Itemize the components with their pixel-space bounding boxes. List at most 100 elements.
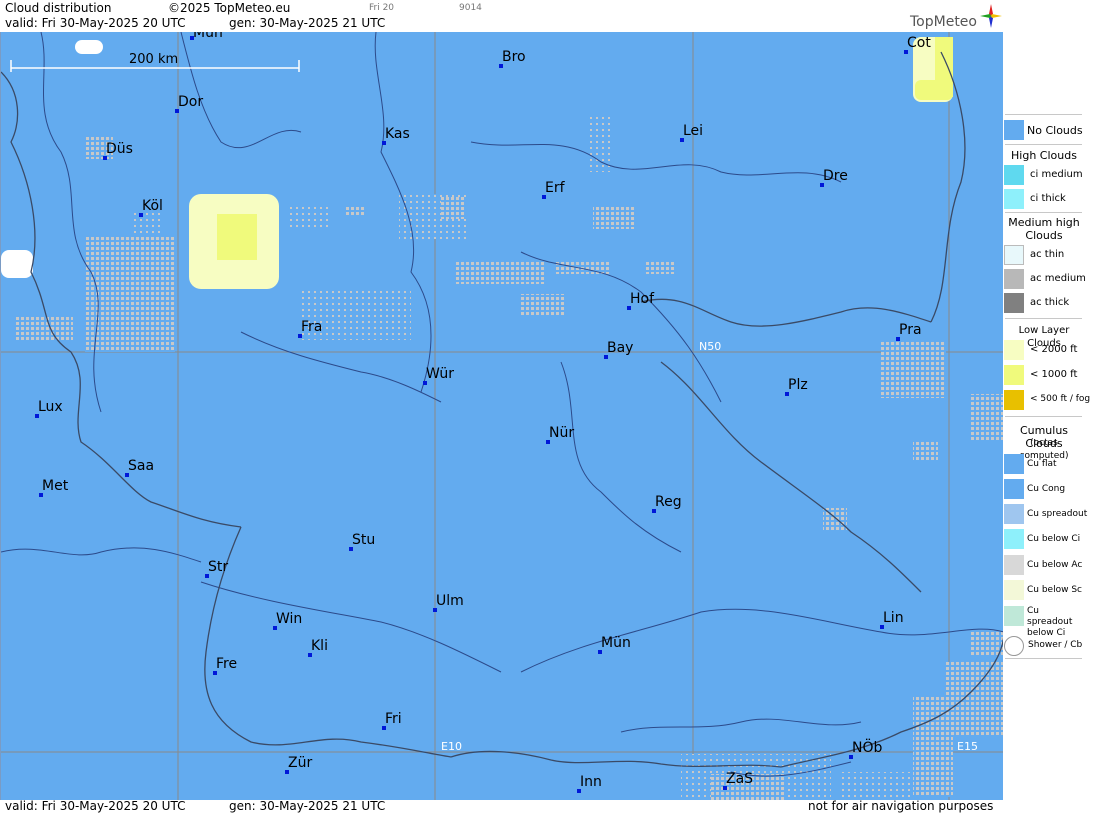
grid-label-e15: E15 (957, 740, 978, 753)
map-geometry (1, 32, 1003, 800)
legend-swatch-no-clouds (1004, 120, 1024, 140)
city-cot[interactable]: Cot (904, 36, 931, 54)
legend-swatch-cu-spread-ci (1004, 606, 1024, 626)
legend-swatch-lt1000 (1004, 365, 1024, 385)
small-code: 9014 (459, 3, 482, 13)
legend-shower: Shower / Cb (1028, 640, 1083, 650)
legend-swatch-ac-thin (1004, 245, 1024, 265)
city-mun[interactable]: Mün (598, 636, 631, 654)
rivers (1, 32, 1003, 777)
legend-divider (1005, 318, 1082, 319)
legend-swatch-cu-below-ac (1004, 555, 1024, 575)
city-dre[interactable]: Dre (820, 169, 848, 187)
grid-label-n50: N50 (699, 340, 722, 353)
legend-swatch-lt500 (1004, 390, 1024, 410)
city-pra[interactable]: Pra (896, 323, 922, 341)
legend-divider (1005, 658, 1082, 659)
legend-swatch-lt2000 (1004, 340, 1024, 360)
city-erf[interactable]: Erf (542, 181, 565, 199)
map-header: Cloud distribution ©2025 TopMeteo.eu Fri… (0, 0, 1003, 32)
city-zur[interactable]: Zür (285, 756, 312, 774)
legend-ci-medium: ci medium (1030, 169, 1083, 180)
city-fra[interactable]: Fra (298, 320, 322, 338)
legend-cu-below-sc: Cu below Sc (1027, 585, 1082, 595)
footer-valid: valid: Fri 30-May-2025 20 UTC (5, 799, 186, 813)
city-mun-top[interactable]: Mün (190, 32, 223, 40)
legend-cu-below-ac: Cu below Ac (1027, 560, 1083, 570)
city-lin[interactable]: Lin (880, 611, 904, 629)
city-saa[interactable]: Saa (125, 459, 154, 477)
map-title: Cloud distribution (5, 1, 112, 15)
legend-cu-spread: Cu spreadout (1027, 509, 1088, 519)
legend-swatch-cu-cong (1004, 479, 1024, 499)
city-plz[interactable]: Plz (785, 378, 808, 396)
city-lux[interactable]: Lux (35, 400, 63, 418)
legend-divider (1005, 144, 1082, 145)
legend-cu-cong: Cu Cong (1027, 484, 1066, 494)
legend-lt1000: < 1000 ft (1030, 369, 1078, 380)
legend-swatch-ci-thick (1004, 189, 1024, 209)
city-win[interactable]: Win (273, 612, 302, 630)
legend-swatch-cu-below-ci (1004, 529, 1024, 549)
small-day: Fri 20 (369, 3, 395, 13)
map-footer: valid: Fri 30-May-2025 20 UTC gen: 30-Ma… (0, 799, 1003, 814)
legend-ac-thick: ac thick (1030, 297, 1070, 308)
city-lei[interactable]: Lei (680, 124, 703, 142)
city-fri[interactable]: Fri (382, 712, 402, 730)
city-bro[interactable]: Bro (499, 50, 526, 68)
city-fre[interactable]: Fre (213, 657, 237, 675)
legend-swatch-ac-medium (1004, 269, 1024, 289)
legend-cu-below-ci: Cu below Ci (1027, 534, 1081, 544)
grid-label-e10: E10 (441, 740, 462, 753)
legend-divider (1005, 212, 1082, 213)
city-dus[interactable]: Düs (103, 142, 133, 160)
city-stu[interactable]: Stu (349, 533, 375, 551)
city-dor[interactable]: Dor (175, 95, 203, 113)
city-kol[interactable]: Köl (139, 199, 163, 217)
scale-label: 200 km (129, 52, 179, 67)
city-ulm[interactable]: Ulm (433, 594, 464, 612)
city-zas[interactable]: ZaS (723, 772, 753, 790)
city-wur[interactable]: Wür (423, 367, 454, 385)
legend-swatch-ac-thick (1004, 293, 1024, 313)
copyright: ©2025 TopMeteo.eu (168, 1, 291, 15)
city-bay[interactable]: Bay (604, 341, 633, 359)
city-hof[interactable]: Hof (627, 292, 654, 310)
cumulus-patches (15, 117, 1003, 800)
city-str[interactable]: Str (205, 560, 228, 578)
grid-lines (1, 32, 1003, 800)
legend-swatch-cu-spread (1004, 504, 1024, 524)
valid-time: valid: Fri 30-May-2025 20 UTC (5, 16, 186, 30)
city-inn[interactable]: Inn (577, 775, 602, 793)
legend-lt2000: < 2000 ft (1030, 344, 1078, 355)
country-borders (1, 51, 1003, 768)
city-met[interactable]: Met (39, 479, 68, 497)
legend-no-clouds: No Clouds (1027, 124, 1083, 137)
legend-cu-flat: Cu flat (1027, 459, 1057, 469)
footer-note: not for air navigation purposes (808, 799, 994, 813)
legend-high-clouds: High Clouds (1011, 149, 1077, 162)
city-nob[interactable]: NÖb (849, 741, 882, 759)
footer-gen: gen: 30-May-2025 21 UTC (229, 799, 386, 813)
legend-swatch-cu-below-sc (1004, 580, 1024, 600)
legend-divider (1005, 416, 1082, 417)
compass-icon (980, 4, 1002, 28)
legend-lt500: < 500 ft / fog (1030, 394, 1091, 404)
legend-medium-high: Medium high Clouds (1008, 216, 1080, 242)
legend-cu-spread-ci: Cu spreadout below Ci (1027, 606, 1073, 638)
low-layer-clouds (189, 37, 953, 289)
city-reg[interactable]: Reg (652, 495, 682, 513)
legend-swatch-cu-flat (1004, 454, 1024, 474)
city-kli[interactable]: Kli (308, 639, 328, 657)
legend-ci-thick: ci thick (1030, 193, 1066, 204)
legend-divider (1005, 114, 1082, 115)
legend-ac-thin: ac thin (1030, 249, 1065, 260)
city-kas[interactable]: Kas (382, 127, 410, 145)
cloud-map[interactable]: 200 km N50 E10 E15 Mün Bro Cot Dor Kas L… (0, 32, 1003, 800)
legend-swatch-ci-medium (1004, 165, 1024, 185)
topmeteo-logo: TopMeteo (910, 14, 977, 30)
legend-swatch-shower (1004, 636, 1024, 656)
legend-ac-medium: ac medium (1030, 273, 1086, 284)
city-nur[interactable]: Nür (546, 426, 574, 444)
generated-time: gen: 30-May-2025 21 UTC (229, 16, 386, 30)
